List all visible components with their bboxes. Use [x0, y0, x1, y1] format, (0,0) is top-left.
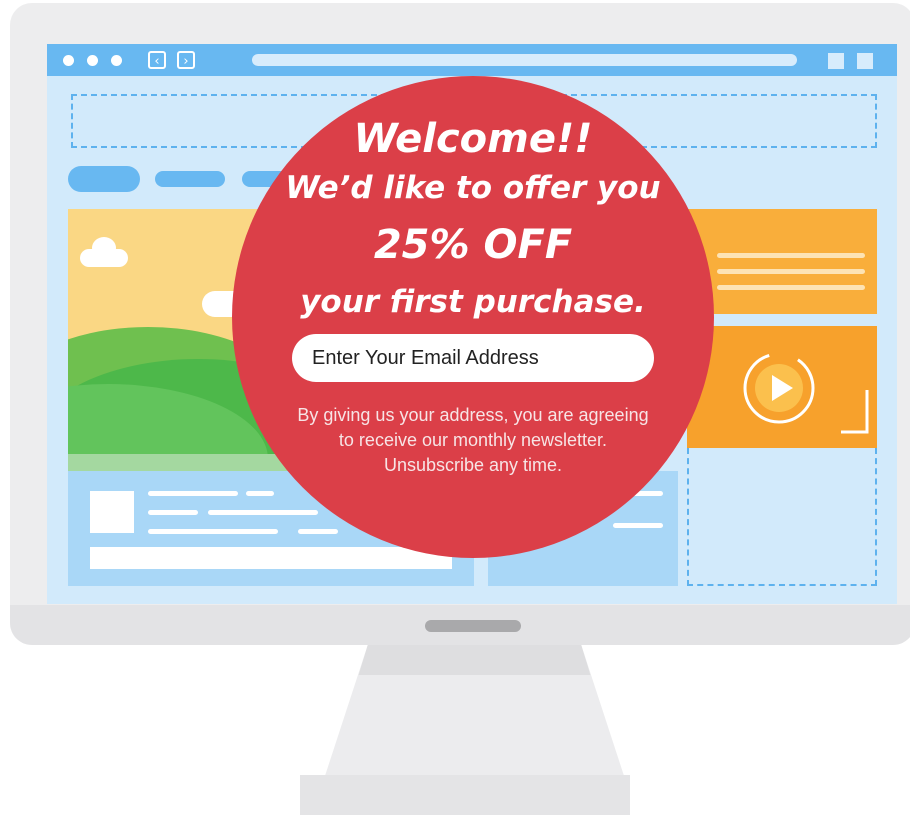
- nav-pill-1[interactable]: [68, 166, 140, 192]
- sidebar-placeholder: [687, 448, 877, 586]
- text-line: [148, 491, 238, 496]
- text-line: [613, 523, 663, 528]
- email-input[interactable]: [292, 334, 654, 382]
- window-dot-minimize[interactable]: [87, 55, 98, 66]
- text-line: [148, 510, 198, 515]
- card-thumbnail: [90, 491, 134, 533]
- text-line: [717, 253, 865, 258]
- popup-offer: 25% OFF: [373, 222, 573, 268]
- ground: [68, 454, 288, 471]
- text-line: [148, 529, 278, 534]
- monitor-stand-shadow: [358, 645, 591, 675]
- monitor-stand-base: [300, 775, 630, 815]
- card-input-bar: [90, 547, 452, 569]
- back-arrow-icon[interactable]: ‹: [148, 51, 166, 69]
- nav-pill-2[interactable]: [155, 171, 225, 187]
- promo-card: [687, 209, 877, 314]
- monitor-power-button[interactable]: [425, 620, 521, 632]
- address-bar[interactable]: [252, 54, 797, 66]
- text-line: [208, 510, 318, 515]
- window-button-2[interactable]: [857, 53, 873, 69]
- popup-subheadline: We’d like to offer you: [285, 170, 661, 206]
- popup-disclaimer: By giving us your address, you are agree…: [297, 405, 649, 475]
- popup-offer-detail: your first purchase.: [300, 284, 646, 320]
- window-dot-maximize[interactable]: [111, 55, 122, 66]
- corner-bracket: [841, 390, 869, 434]
- window-button-1[interactable]: [828, 53, 844, 69]
- forward-arrow-icon[interactable]: ›: [177, 51, 195, 69]
- text-line: [717, 285, 865, 290]
- offer-popup: Welcome!! We’d like to offer you 25% OFF…: [232, 76, 714, 558]
- text-line: [298, 529, 338, 534]
- window-dot-close[interactable]: [63, 55, 74, 66]
- text-line: [717, 269, 865, 274]
- browser-titlebar: ‹ ›: [47, 44, 897, 76]
- play-icon[interactable]: [737, 346, 821, 430]
- cloud-icon: [92, 237, 116, 259]
- popup-headline: Welcome!!: [353, 116, 593, 162]
- video-card: [687, 326, 877, 448]
- text-line: [246, 491, 274, 496]
